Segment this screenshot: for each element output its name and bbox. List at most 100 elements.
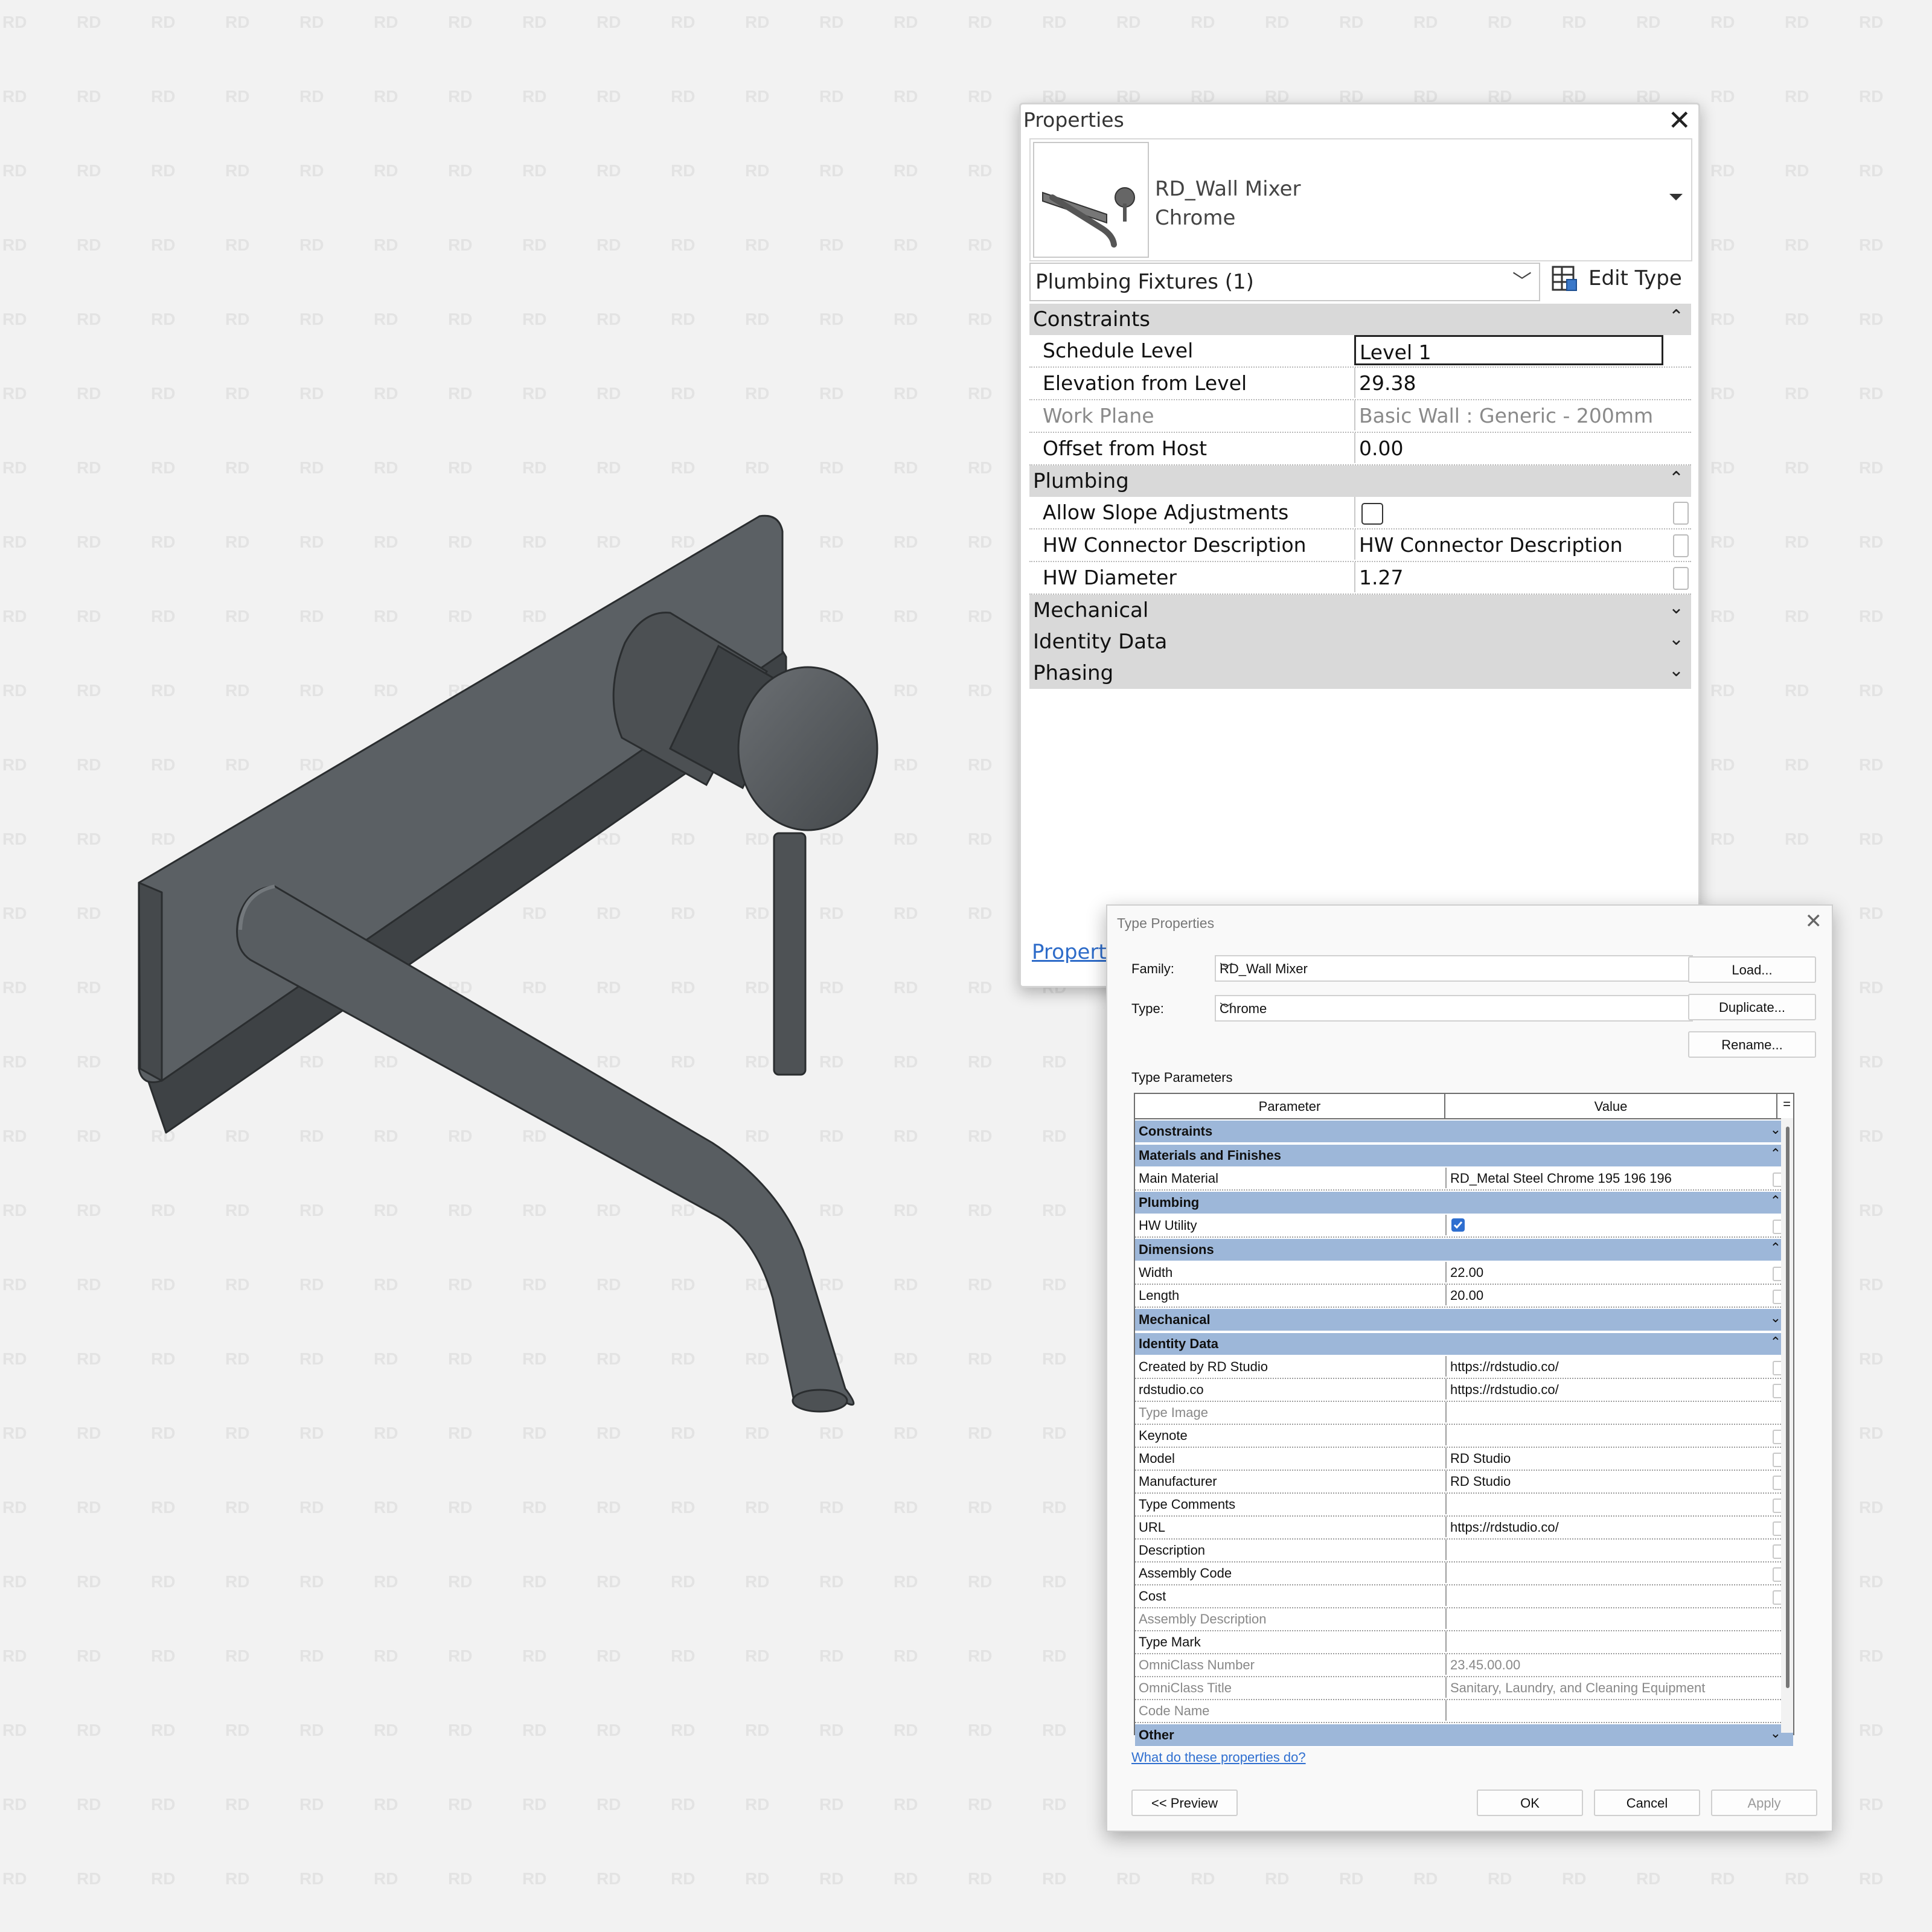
ok-button[interactable]: OK — [1477, 1790, 1583, 1816]
allow-slope-checkbox[interactable] — [1361, 503, 1383, 525]
hw-connector-description-field[interactable]: HW Connector Description — [1354, 529, 1665, 560]
associate-parameter-button[interactable] — [1673, 567, 1689, 590]
chevron-down-icon: ﹀ — [1512, 270, 1532, 293]
param-row-schedule-level: Schedule Level Level 1 — [1029, 335, 1691, 368]
type-dropdown[interactable]: Chrome ﹀ — [1215, 995, 1693, 1022]
rename-button[interactable]: Rename... — [1688, 1031, 1816, 1058]
collapse-icon: ⌃ — [1770, 1146, 1781, 1161]
collapse-icon: ⌃ — [1770, 1193, 1781, 1208]
param-row-rdstudio-co: rdstudio.co https://rdstudio.co/ — [1135, 1379, 1793, 1402]
column-header-parameter[interactable]: Parameter — [1135, 1094, 1445, 1118]
properties-grid: Constraints ⌃ Schedule Level Level 1 Ele… — [1029, 304, 1691, 689]
collapse-icon: ⌃ — [1770, 1334, 1781, 1349]
group-header-constraints[interactable]: Constraints ⌄ — [1135, 1119, 1793, 1144]
dropdown-arrow-icon[interactable] — [1669, 194, 1683, 200]
scrollbar-thumb[interactable] — [1786, 1127, 1790, 1688]
apply-button[interactable]: Apply — [1711, 1790, 1817, 1816]
expand-icon: ⌄ — [1668, 597, 1684, 618]
cancel-button[interactable]: Cancel — [1594, 1790, 1700, 1816]
work-plane-field: Basic Wall : Generic - 200mm — [1354, 400, 1665, 430]
check-icon — [1453, 1221, 1463, 1229]
category-filter-dropdown[interactable]: Plumbing Fixtures (1) ﹀ — [1029, 263, 1540, 301]
edit-type-icon — [1552, 266, 1577, 291]
param-row-type-image: Type Image — [1135, 1402, 1793, 1425]
keynote-value-field[interactable] — [1445, 1425, 1777, 1445]
family-dropdown[interactable]: RD_Wall Mixer ﹀ — [1215, 955, 1693, 982]
param-row-work-plane: Work Plane Basic Wall : Generic - 200mm — [1029, 400, 1691, 433]
offset-from-host-field[interactable]: 0.00 — [1354, 433, 1665, 463]
assembly-code-value-field[interactable] — [1445, 1563, 1777, 1583]
expand-icon: ⌄ — [1668, 629, 1684, 650]
cost-value-field[interactable] — [1445, 1585, 1777, 1606]
type-selector[interactable]: RD_Wall Mixer Chrome — [1029, 138, 1692, 261]
elevation-from-level-field[interactable]: 29.38 — [1354, 368, 1665, 398]
hw-diameter-field[interactable]: 1.27 — [1354, 562, 1665, 592]
param-row-length: Length 20.00 — [1135, 1285, 1793, 1308]
url-value-field[interactable]: https://rdstudio.co/ — [1445, 1517, 1777, 1537]
group-header-constraints[interactable]: Constraints ⌃ — [1029, 304, 1691, 335]
spout — [236, 884, 855, 1413]
table-header: Parameter Value = — [1135, 1094, 1793, 1119]
param-row-type-comments: Type Comments — [1135, 1494, 1793, 1517]
schedule-level-field[interactable]: Level 1 — [1354, 335, 1663, 365]
param-row-allow-slope-adjustments: Allow Slope Adjustments — [1029, 497, 1691, 529]
associate-parameter-button[interactable] — [1673, 534, 1689, 557]
created-by-rd-studio-value-field[interactable]: https://rdstudio.co/ — [1445, 1356, 1777, 1377]
type-image-value-field — [1445, 1402, 1777, 1422]
param-row-created-by-rd-studio: Created by RD Studio https://rdstudio.co/ — [1135, 1356, 1793, 1379]
duplicate-button[interactable]: Duplicate... — [1688, 994, 1816, 1020]
hw-utility-checkbox[interactable] — [1451, 1218, 1465, 1232]
group-header-mechanical[interactable]: Mechanical ⌄ — [1135, 1308, 1793, 1332]
description-value-field[interactable] — [1445, 1540, 1777, 1560]
param-row-elevation-from-level: Elevation from Level 29.38 — [1029, 368, 1691, 400]
close-icon[interactable]: ✕ — [1668, 104, 1691, 136]
column-header-formula: = — [1783, 1096, 1791, 1112]
type-parameters-table: Parameter Value = Constraints ⌄ Materials … — [1134, 1093, 1794, 1747]
width-value-field[interactable]: 22.00 — [1445, 1262, 1777, 1282]
wall-mixer-3d-view — [138, 514, 878, 1413]
assembly-description-value-field — [1445, 1608, 1777, 1629]
group-header-other[interactable]: Other ⌄ — [1135, 1723, 1793, 1747]
column-header-value[interactable]: Value — [1445, 1094, 1777, 1118]
type-name: RD_Wall Mixer Chrome — [1155, 174, 1301, 232]
group-header-identity-data[interactable]: Identity Data ⌃ — [1135, 1332, 1793, 1356]
edit-type-label: Edit Type — [1588, 266, 1682, 290]
group-header-materials-and-finishes[interactable]: Materials and Finishes ⌃ — [1135, 1144, 1793, 1168]
manufacturer-value-field[interactable]: RD Studio — [1445, 1471, 1777, 1491]
edit-type-button[interactable]: Edit Type — [1551, 263, 1690, 299]
group-header-mechanical[interactable]: Mechanical ⌄ — [1029, 595, 1691, 626]
group-header-dimensions[interactable]: Dimensions ⌃ — [1135, 1238, 1793, 1262]
group-header-plumbing[interactable]: Plumbing ⌃ — [1029, 465, 1691, 497]
close-icon[interactable]: ✕ — [1805, 909, 1823, 933]
chevron-down-icon: ﹀ — [1220, 1002, 1233, 1017]
group-header-plumbing[interactable]: Plumbing ⌃ — [1135, 1191, 1793, 1215]
expand-icon: ⌄ — [1668, 660, 1684, 681]
associate-parameter-button[interactable] — [1673, 502, 1689, 525]
main-material-value-field[interactable]: RD_Metal Steel Chrome 195 196 196 — [1445, 1168, 1777, 1188]
properties-title: Properties — [1023, 108, 1124, 132]
rdstudio-co-value-field[interactable]: https://rdstudio.co/ — [1445, 1379, 1777, 1399]
collapse-icon: ⌃ — [1770, 1240, 1781, 1255]
properties-help-link[interactable]: Properti — [1032, 940, 1112, 964]
param-row-main-material: Main Material RD_Metal Steel Chrome 195 1… — [1135, 1168, 1793, 1191]
type-name-value: Chrome — [1155, 206, 1236, 230]
type-parameters-rows: Constraints ⌄ Materials and Finishes ⌃ Main … — [1135, 1119, 1793, 1747]
load-button[interactable]: Load... — [1688, 956, 1816, 983]
vertical-scrollbar[interactable] — [1781, 1118, 1793, 1733]
param-row-width: Width 22.00 — [1135, 1262, 1793, 1285]
type-mark-value-field[interactable] — [1445, 1631, 1777, 1652]
param-row-manufacturer: Manufacturer RD Studio — [1135, 1471, 1793, 1494]
model-value-field[interactable]: RD Studio — [1445, 1448, 1777, 1468]
length-value-field[interactable]: 20.00 — [1445, 1285, 1777, 1305]
omniclass-number-value-field: 23.45.00.00 — [1445, 1654, 1777, 1675]
help-link[interactable]: What do these properties do? — [1131, 1750, 1306, 1765]
group-header-phasing[interactable]: Phasing ⌄ — [1029, 657, 1691, 689]
group-header-identity-data[interactable]: Identity Data ⌄ — [1029, 626, 1691, 657]
type-properties-dialog: Type Properties ✕ Family: RD_Wall Mixer … — [1106, 904, 1833, 1832]
properties-titlebar[interactable]: Properties ✕ — [1021, 104, 1698, 136]
param-row-hw-connector-description: HW Connector Description HW Connector De… — [1029, 529, 1691, 562]
preview-button[interactable]: << Preview — [1131, 1790, 1238, 1816]
type-comments-value-field[interactable] — [1445, 1494, 1777, 1514]
param-row-omniclass-title: OmniClass Title Sanitary, Laundry, and Cl… — [1135, 1677, 1793, 1700]
param-row-cost: Cost — [1135, 1585, 1793, 1608]
